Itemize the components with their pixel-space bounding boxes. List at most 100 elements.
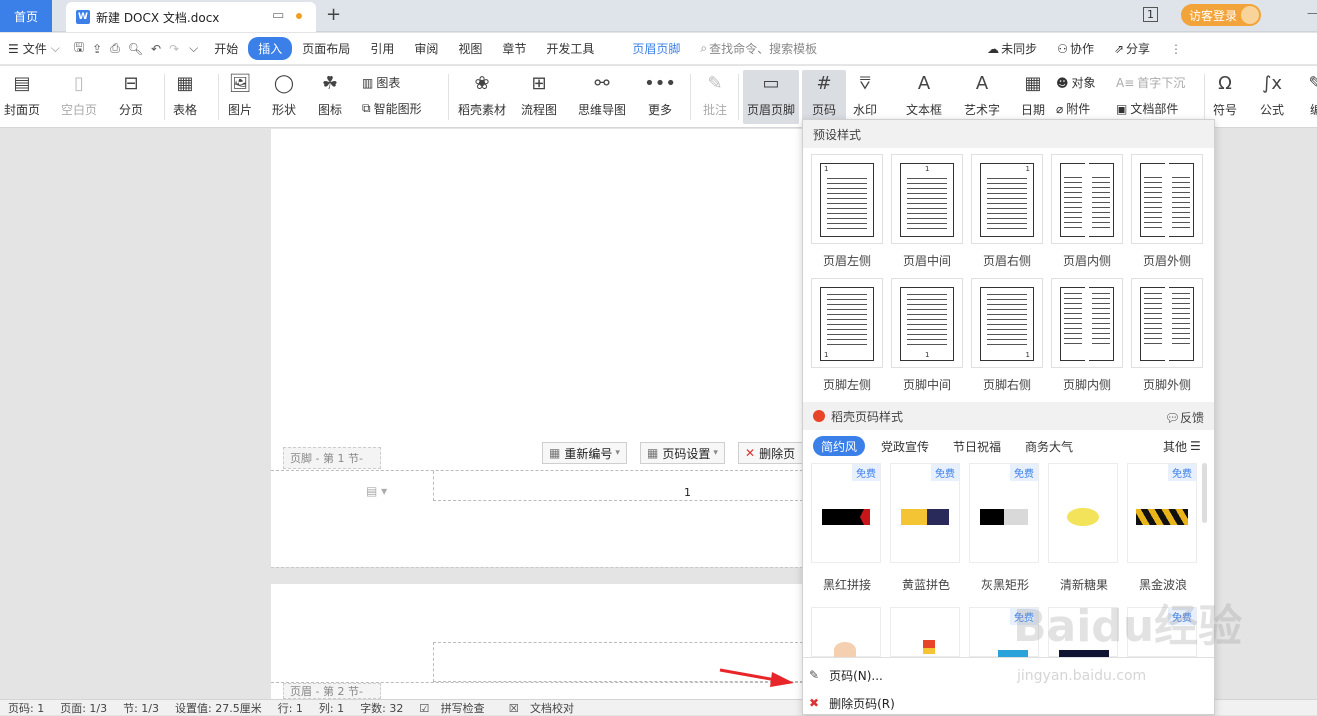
preset-label: 页眉右侧 [982, 254, 1031, 268]
style-card-black-gold[interactable]: 免费 [1127, 463, 1197, 563]
more-button[interactable]: ••• 更多 [644, 70, 676, 118]
quick-access-more-icon[interactable]: ⌵ [183, 41, 204, 56]
status-words[interactable]: 字数: 32 [360, 700, 403, 716]
delete-page-number-menu-item[interactable]: ✖ 删除页码(R) [809, 691, 1207, 715]
symbol-button[interactable]: Ω 符号 [1212, 70, 1238, 118]
status-page: 页码: 1 [8, 701, 45, 715]
preset-label: 页眉左侧 [822, 254, 871, 268]
wordart-button[interactable]: A 艺术字 [964, 70, 1000, 118]
dropcap-button[interactable]: A≡ 首字下沉 [1116, 74, 1185, 91]
menu-view[interactable]: 视图 [448, 40, 492, 57]
style-card-black-red[interactable]: 免费 [811, 463, 881, 563]
style-tab-simple[interactable]: 简约风 [813, 436, 866, 456]
window-number-icon[interactable]: 1 [1143, 7, 1158, 22]
renumber-button[interactable]: ▦ 重新编号 ▾ [542, 442, 627, 464]
ribbon-divider [738, 74, 739, 120]
smartart-button[interactable]: ⧉ 智能图形 [362, 100, 422, 117]
shape-button[interactable]: ◯ 形状 [271, 70, 297, 118]
style-tab-party[interactable]: 党政宣传 [873, 436, 937, 456]
smartart-icon: ⧉ [362, 101, 371, 115]
collab-button[interactable]: ⚇ 协作 [1047, 40, 1104, 57]
picture-button[interactable]: 🖼︎ 图片 [227, 70, 253, 118]
chevron-down-icon: ▾ [713, 448, 718, 458]
preset-header-inner[interactable] [1051, 154, 1123, 244]
menu-developer[interactable]: 开发工具 [536, 40, 604, 57]
delete-page-number-button[interactable]: ✕ 删除页 [738, 442, 803, 464]
minimize-button[interactable]: — [1307, 6, 1317, 20]
preset-header-left[interactable]: 1 [811, 154, 883, 244]
share-button[interactable]: ⇗ 分享 [1104, 40, 1160, 57]
preset-footer-center[interactable]: 1 [891, 278, 963, 368]
object-button[interactable]: ☻ 对象 [1056, 74, 1096, 91]
textbox-button[interactable]: A 文本框 [906, 70, 942, 118]
materials-button[interactable]: ❀ 稻壳素材 [458, 70, 506, 118]
icon-button[interactable]: ☘ 图标 [317, 70, 343, 118]
style-card-yellow-blue[interactable]: 免费 [890, 463, 960, 563]
comment-button[interactable]: ✎ 批注 [702, 70, 728, 118]
more-options-icon[interactable]: ⋮ [1160, 42, 1192, 56]
spell-check-toggle[interactable]: ☑ 拼写检查 [419, 700, 492, 716]
undo-icon[interactable]: ↶ [147, 42, 165, 56]
page-number-button[interactable]: # 页码 [802, 70, 846, 124]
menu-header-footer[interactable]: 页眉页脚 [622, 40, 690, 57]
docparts-button[interactable]: ▣ 文档部件 [1116, 100, 1178, 117]
mindmap-button[interactable]: ⚯ 思维导图 [578, 70, 626, 118]
attachment-button[interactable]: ⌀ 附件 [1056, 100, 1090, 117]
print-icon[interactable]: ⎙ [106, 41, 124, 56]
file-menu[interactable]: ☰ 文件 ⌵ [0, 40, 70, 57]
redo-icon[interactable]: ↷ [165, 42, 183, 56]
style-tab-other[interactable]: 其他 ☰ [1155, 436, 1209, 456]
icons-library-icon: ☘ [321, 72, 339, 94]
date-button[interactable]: ▦ 日期 [1020, 70, 1046, 118]
flowchart-button[interactable]: ⊞ 流程图 [521, 70, 557, 118]
tab-home[interactable]: 首页 [0, 0, 52, 32]
page-number-menu-item[interactable]: ✎ 页码(N)... [809, 663, 1207, 687]
formula-button[interactable]: ∫x 公式 [1259, 70, 1285, 118]
menu-review[interactable]: 审阅 [404, 40, 448, 57]
comment-icon: ✎ [707, 72, 723, 94]
menu-start[interactable]: 开始 [204, 40, 248, 57]
page-number-field[interactable] [433, 471, 803, 501]
feedback-button[interactable]: 💬︎反馈 [1165, 409, 1204, 426]
preset-footer-left[interactable]: 1 [811, 278, 883, 368]
new-tab-button[interactable]: + [326, 4, 341, 25]
watermark-button[interactable]: ⩢ 水印 [852, 70, 878, 118]
cover-button[interactable]: ▤ 封面页 [4, 70, 40, 118]
style-card-row2[interactable] [890, 607, 960, 657]
monitor-icon[interactable]: ▭ [272, 8, 284, 23]
preset-header-center[interactable]: 1 [891, 154, 963, 244]
blank-page-button[interactable]: ▯ 空白页 [61, 70, 97, 118]
page-break-button[interactable]: ⊟ 分页 [118, 70, 144, 118]
style-card-candy[interactable] [1048, 463, 1118, 563]
table-button[interactable]: ▦ 表格 [172, 70, 198, 118]
style-tab-holiday[interactable]: 节日祝福 [945, 436, 1009, 456]
command-search[interactable]: ⌕ 查找命令、搜索模板 [690, 40, 827, 57]
styles-scrollbar[interactable] [1202, 463, 1207, 523]
chart-button[interactable]: ▥ 图表 [362, 74, 400, 91]
style-card-gray-black[interactable]: 免费 [969, 463, 1039, 563]
page-setup-button[interactable]: ▦ 页码设置 ▾ [640, 442, 725, 464]
preset-header-outer[interactable] [1131, 154, 1203, 244]
preset-footer-inner[interactable] [1051, 278, 1123, 368]
header-footer-label: 页眉页脚 [747, 103, 796, 117]
tab-document[interactable]: W 新建 DOCX 文档.docx ▭ [66, 2, 316, 32]
style-tab-business[interactable]: 商务大气 [1017, 436, 1081, 456]
daoke-styles-header: 稻壳页码样式 💬︎反馈 [803, 402, 1214, 430]
export-icon[interactable]: ⇪ [88, 42, 106, 56]
preview-icon[interactable]: 🔍︎ [124, 42, 147, 56]
menu-layout[interactable]: 页面布局 [292, 40, 360, 57]
menu-reference[interactable]: 引用 [360, 40, 404, 57]
style-card-row2[interactable] [811, 607, 881, 658]
header-footer-button[interactable]: ▭ 页眉页脚 [743, 70, 800, 124]
edit-button[interactable]: ✎ 编 [1303, 70, 1317, 118]
preset-footer-right[interactable]: 1 [971, 278, 1043, 368]
menu-section[interactable]: 章节 [492, 40, 536, 57]
preset-footer-outer[interactable] [1131, 278, 1203, 368]
footer-doc-icon[interactable]: ▤ ▾ [366, 484, 387, 498]
save-icon[interactable]: 🖫 [70, 38, 88, 59]
proof-toggle[interactable]: ☒ 文档校对 [509, 700, 582, 716]
guest-login-button[interactable]: 访客登录 [1181, 4, 1261, 26]
menu-insert[interactable]: 插入 [248, 37, 293, 60]
preset-header-right[interactable]: 1 [971, 154, 1043, 244]
sync-button[interactable]: ☁ 未同步 [977, 40, 1047, 57]
